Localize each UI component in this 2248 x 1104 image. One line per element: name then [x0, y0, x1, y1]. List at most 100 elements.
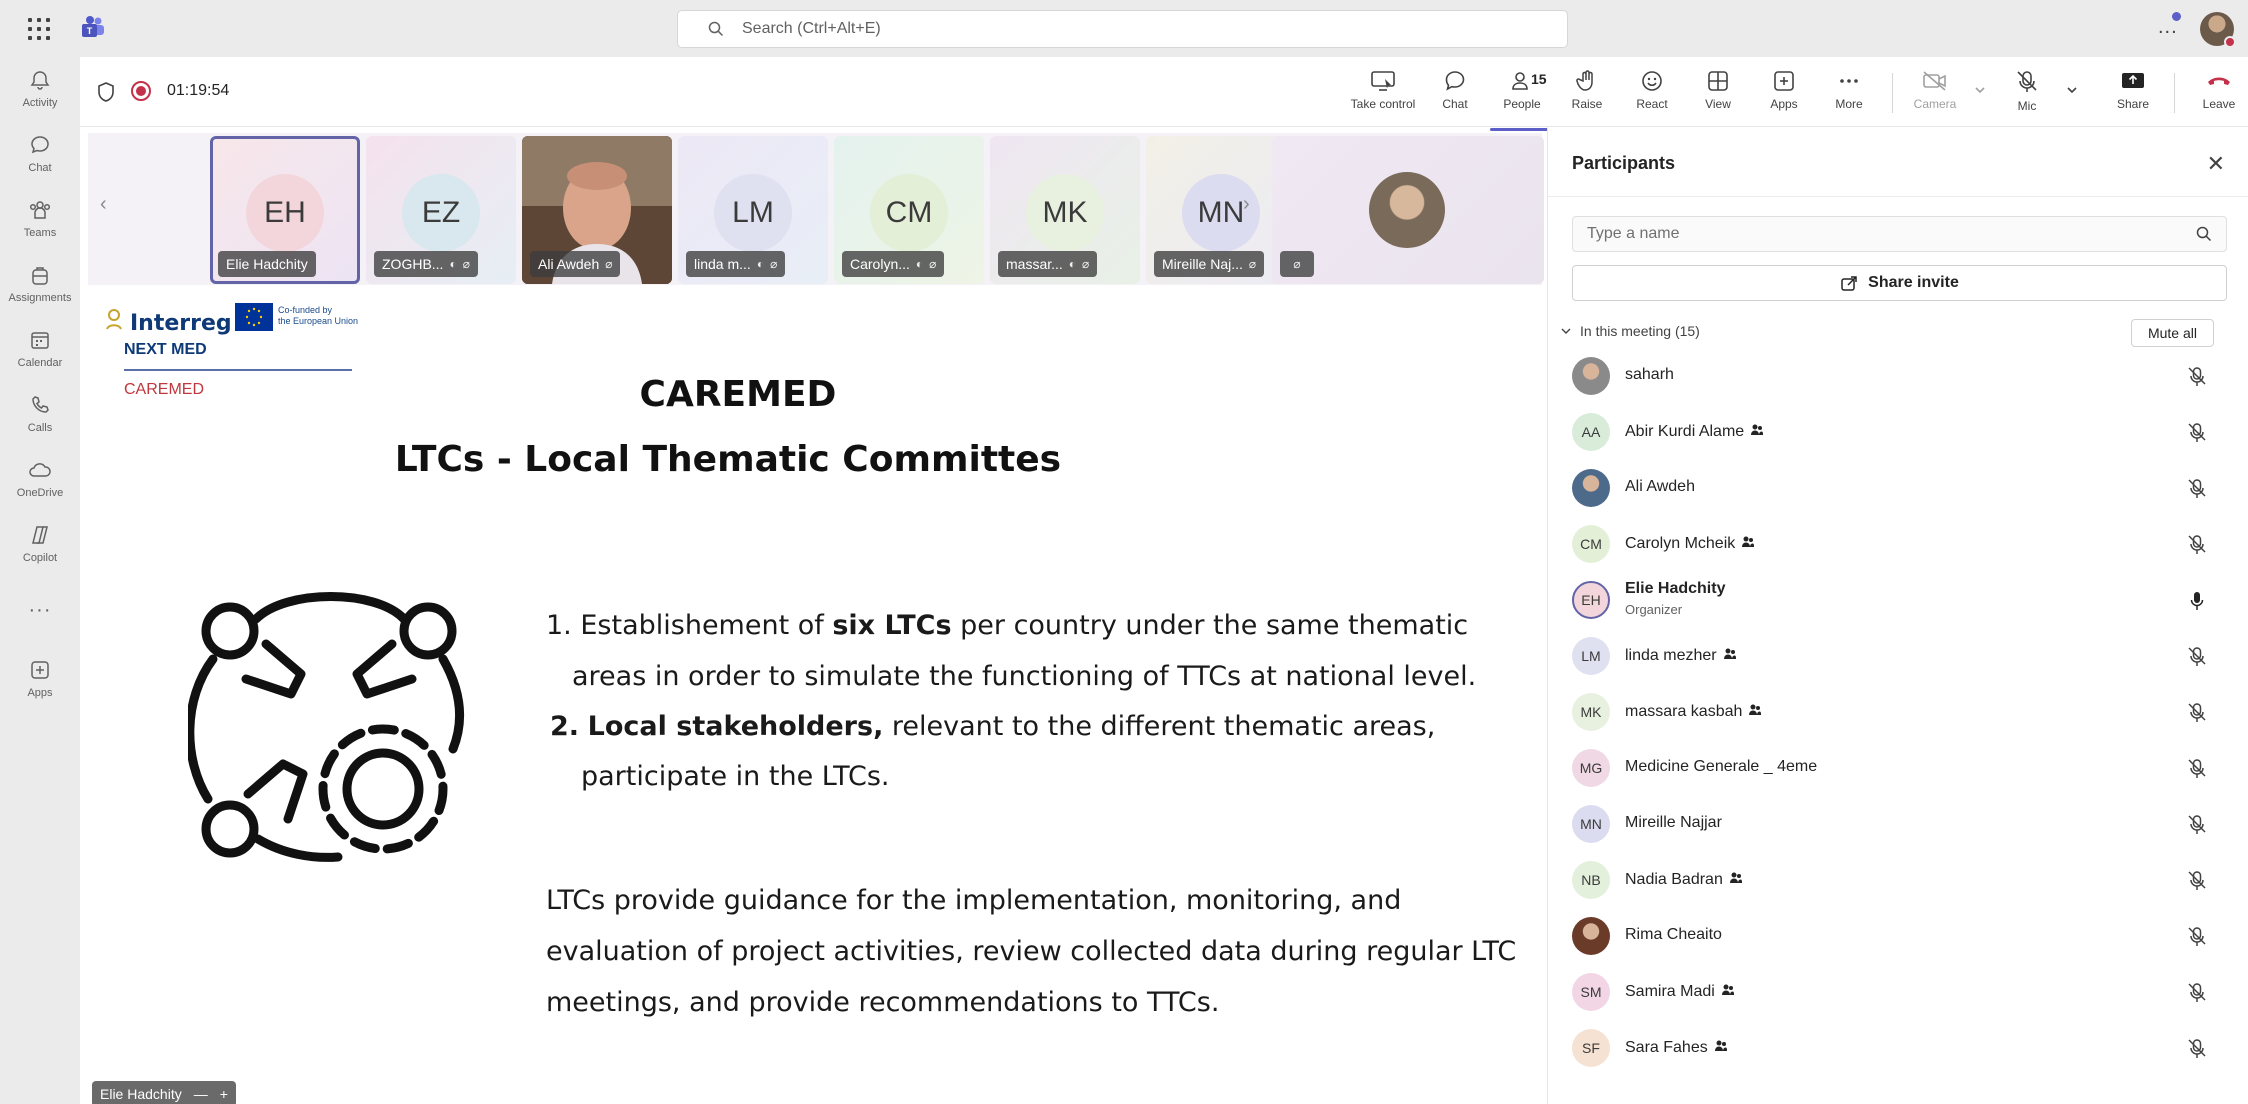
participant-row[interactable]: SF Sara Fahes [1548, 1020, 2248, 1076]
video-tile[interactable]: MK massar... ◐ ⌀ [990, 136, 1140, 284]
video-tile-name: massar... ◐ ⌀ [998, 251, 1098, 277]
participant-mic-toggle[interactable] [2187, 926, 2207, 953]
participant-name-text: Samira Madi [1625, 982, 1715, 1000]
participant-mic-toggle[interactable] [2187, 1038, 2207, 1065]
participant-name-text: Mireille Najjar [1625, 814, 1722, 831]
close-icon[interactable]: ✕ [2207, 151, 2225, 177]
participant-mic-toggle[interactable] [2187, 422, 2207, 449]
video-tile[interactable]: EZ ZOGHB... ◐ ⌀ [366, 136, 516, 284]
participant-mic-toggle[interactable] [2187, 758, 2207, 785]
meeting-control-bar: 01:19:54 Take control Chat 15 People Rai… [80, 57, 2248, 131]
mic-off-icon [2188, 703, 2206, 722]
self-video-tile[interactable]: ⌀ [1272, 136, 1544, 284]
participant-name-text: saharh [1625, 366, 1674, 383]
camera-options-chevron-icon[interactable] [1973, 83, 1987, 97]
camera-button[interactable]: Camera [1900, 69, 1970, 119]
list-text: Establishement of [580, 610, 833, 641]
share-invite-button[interactable]: Share invite [1572, 265, 2227, 301]
participant-mic-toggle[interactable] [2187, 646, 2207, 673]
video-tile-name-text: massar... [1006, 256, 1063, 272]
list-number: 1. [546, 610, 572, 641]
chat-button[interactable]: Chat [1420, 69, 1490, 119]
rail-item-onedrive[interactable]: OneDrive [0, 457, 80, 517]
rail-item-more[interactable]: ··· [0, 597, 80, 657]
participant-row[interactable]: EH Elie Hadchity Organizer [1548, 572, 2248, 628]
participant-name: massara kasbah [1625, 702, 1762, 721]
hang-up-icon [2208, 77, 2230, 85]
participant-row[interactable]: CM Carolyn Mcheik [1548, 516, 2248, 572]
logo-divider [124, 369, 352, 371]
participant-row[interactable]: saharh [1548, 348, 2248, 404]
meeting-tag-icon: ◐ [1068, 257, 1077, 271]
mic-options-chevron-icon[interactable] [2065, 83, 2079, 97]
zoom-in-icon[interactable]: + [220, 1086, 228, 1102]
participant-name: Abir Kurdi Alame [1625, 422, 1764, 441]
zoom-out-icon[interactable]: — [194, 1086, 208, 1102]
slide-title: CAREMED [639, 374, 837, 415]
participant-row[interactable]: MG Medicine Generale _ 4eme [1548, 740, 2248, 796]
title-bar: T Search (Ctrl+Alt+E) ... [0, 0, 2248, 57]
participant-row[interactable]: MN Mireille Najjar [1548, 796, 2248, 852]
search-bar[interactable]: Search (Ctrl+Alt+E) [677, 10, 1568, 48]
participant-row[interactable]: Rima Cheaito [1548, 908, 2248, 964]
more-icon: ··· [28, 598, 52, 621]
teams-icon [27, 197, 53, 223]
rail-item-calendar[interactable]: Calendar [0, 327, 80, 387]
toolbar-divider [1892, 73, 1893, 113]
avatar: EZ [402, 174, 480, 252]
participant-mic-toggle[interactable] [2187, 590, 2207, 617]
view-button[interactable]: View [1683, 69, 1753, 119]
mute-all-button[interactable]: Mute all [2130, 319, 2214, 347]
rail-item-chat[interactable]: Chat [0, 132, 80, 192]
participant-name-text: Rima Cheaito [1625, 926, 1722, 943]
rail-item-assignments[interactable]: Assignments [0, 262, 80, 322]
mic-button[interactable]: Mic [1992, 69, 2062, 119]
participant-row[interactable]: AA Abir Kurdi Alame [1548, 404, 2248, 460]
rail-item-calls[interactable]: Calls [0, 392, 80, 452]
participant-mic-toggle[interactable] [2187, 870, 2207, 897]
strip-prev-chevron-icon[interactable]: ‹ [100, 193, 107, 216]
rail-item-teams[interactable]: Teams [0, 197, 80, 257]
participant-search-input[interactable]: Type a name [1572, 216, 2227, 252]
app-launcher-icon[interactable] [28, 18, 50, 40]
rail-item-copilot[interactable]: Copilot [0, 522, 80, 582]
profile-avatar[interactable] [2200, 12, 2236, 48]
raise-hand-button[interactable]: Raise [1552, 69, 1622, 119]
list-text-bold: six LTCs [832, 610, 952, 641]
eu-flag-icon [235, 303, 273, 331]
react-button[interactable]: React [1617, 69, 1687, 119]
participant-row[interactable]: MK massara kasbah [1548, 684, 2248, 740]
participant-mic-toggle[interactable] [2187, 702, 2207, 729]
status-busy-indicator [2224, 36, 2236, 48]
rail-item-activity[interactable]: Activity [0, 67, 80, 127]
participant-mic-toggle[interactable] [2187, 814, 2207, 841]
take-control-button[interactable]: Take control [1348, 69, 1418, 119]
video-tile-camera[interactable]: Ali Awdeh ⌀ [522, 136, 672, 284]
shield-icon[interactable] [96, 81, 116, 103]
take-control-label: Take control [1350, 97, 1416, 111]
rail-item-apps[interactable]: Apps [0, 657, 80, 717]
video-tile[interactable]: CM Carolyn... ◐ ⌀ [834, 136, 984, 284]
bell-icon [27, 67, 53, 93]
participant-mic-toggle[interactable] [2187, 982, 2207, 1009]
participant-name-text: Nadia Badran [1625, 870, 1723, 888]
video-tile[interactable]: LM linda m... ◐ ⌀ [678, 136, 828, 284]
more-actions-button[interactable]: More [1814, 69, 1884, 119]
participant-row[interactable]: LM linda mezher [1548, 628, 2248, 684]
participant-row[interactable]: SM Samira Madi [1548, 964, 2248, 1020]
participant-mic-toggle[interactable] [2187, 534, 2207, 561]
participant-row[interactable]: NB Nadia Badran [1548, 852, 2248, 908]
apps-button[interactable]: Apps [1749, 69, 1819, 119]
people-button[interactable]: 15 People [1487, 69, 1557, 131]
participant-mic-toggle[interactable] [2187, 366, 2207, 393]
participant-row[interactable]: Ali Awdeh [1548, 460, 2248, 516]
leave-button[interactable]: Leave [2184, 69, 2248, 119]
slide-paragraph-line: evaluation of project activities, review… [546, 936, 1517, 967]
share-button[interactable]: Share [2098, 69, 2168, 119]
participant-mic-toggle[interactable] [2187, 478, 2207, 505]
participant-role: Organizer [1625, 602, 1683, 617]
video-tile[interactable]: EH Elie Hadchity [210, 136, 360, 284]
in-meeting-section-toggle[interactable]: In this meeting (15) [1560, 323, 1700, 339]
video-tile-name: Carolyn... ◐ ⌀ [842, 251, 945, 277]
strip-next-chevron-icon[interactable]: › [1243, 193, 1250, 216]
